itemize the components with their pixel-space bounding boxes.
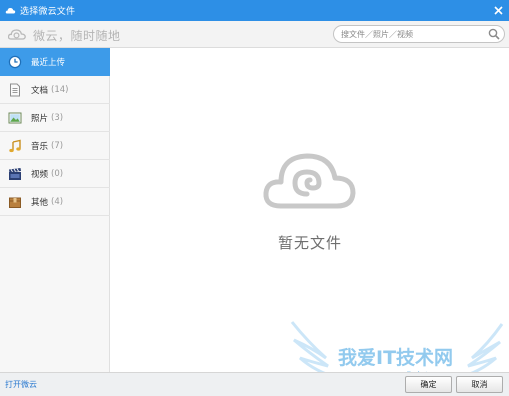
close-icon[interactable]: [492, 4, 505, 17]
empty-state-text: 暂无文件: [277, 234, 342, 252]
sidebar-item-label: 视频: [31, 169, 49, 180]
open-weiyun-link[interactable]: 打开微云: [5, 379, 37, 390]
empty-cloud-icon: [261, 150, 357, 212]
sidebar-item-count: (14): [51, 84, 69, 95]
cancel-button[interactable]: 取消: [456, 376, 503, 393]
file-list-area: 暂无文件: [111, 48, 509, 372]
sidebar-item-videos[interactable]: 视频 (0): [0, 160, 110, 188]
sidebar-item-other[interactable]: 其他 (4): [0, 188, 110, 216]
weiyun-app-icon: [5, 5, 16, 16]
sidebar-item-label: 音乐: [31, 141, 49, 152]
sidebar-item-count: (0): [51, 168, 64, 179]
category-sidebar: 最近上传 文档 (14) 照片 (3) 音乐 (7) 视频 (0) 其他 (4): [0, 48, 110, 372]
sidebar-item-label: 照片: [31, 113, 49, 124]
document-icon: [8, 83, 22, 97]
sidebar-item-recent[interactable]: 最近上传: [0, 48, 110, 76]
header-bar: 微云，随时随地: [0, 21, 509, 48]
footer-bar: 打开微云 确定 取消: [0, 372, 509, 396]
clock-icon: [8, 55, 22, 69]
sidebar-item-label: 其他: [31, 197, 49, 208]
sidebar-item-music[interactable]: 音乐 (7): [0, 132, 110, 160]
ok-button[interactable]: 确定: [405, 376, 452, 393]
sidebar-item-documents[interactable]: 文档 (14): [0, 76, 110, 104]
sidebar-item-count: (4): [51, 196, 64, 207]
search-input[interactable]: [341, 28, 481, 40]
music-icon: [8, 139, 22, 153]
slogan-text: 微云，随时随地: [33, 29, 121, 43]
video-icon: [8, 167, 22, 181]
sidebar-item-photos[interactable]: 照片 (3): [0, 104, 110, 132]
window-title: 选择微云文件: [20, 7, 76, 17]
box-icon: [8, 195, 22, 209]
search-icon[interactable]: [488, 28, 500, 40]
photo-icon: [8, 111, 22, 125]
sidebar-item-count: (3): [51, 112, 64, 123]
sidebar-item-label: 最近上传: [31, 57, 66, 68]
sidebar-item-label: 文档: [31, 85, 49, 96]
sidebar-item-count: (7): [51, 140, 64, 151]
title-bar: 选择微云文件: [0, 0, 509, 21]
weiyun-cloud-logo-icon: [7, 27, 26, 41]
search-box: [333, 25, 505, 43]
